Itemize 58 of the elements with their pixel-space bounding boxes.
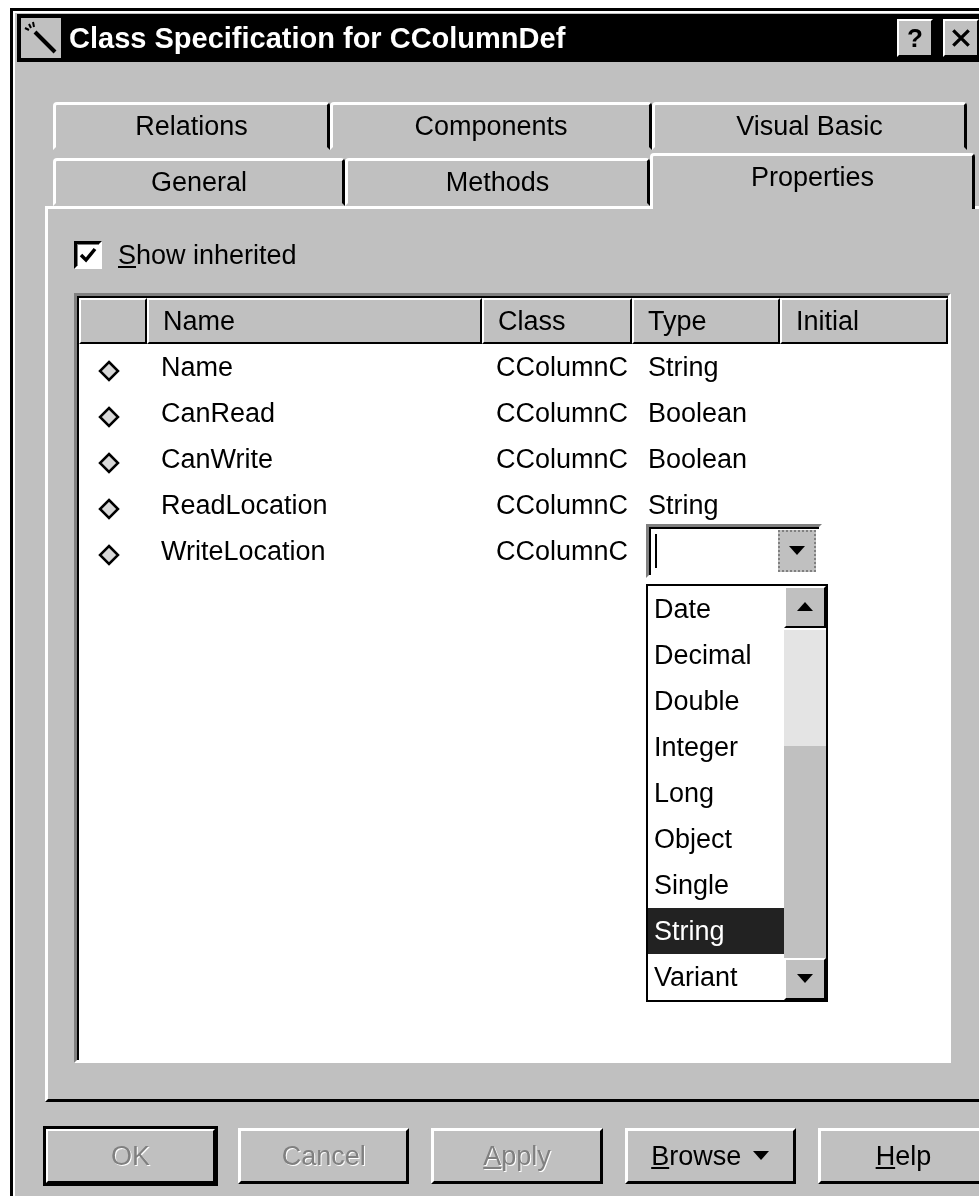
table-cell-text: String [647, 489, 720, 521]
table-cell-text: Boolean [647, 443, 749, 475]
column-header[interactable]: Initial [780, 298, 948, 344]
tab[interactable]: Methods [345, 158, 650, 206]
table-cell-text: CColumnC [495, 351, 630, 383]
up-arrow-icon [797, 602, 813, 612]
dropdown-option[interactable]: Variant [648, 954, 784, 1000]
dropdown-option[interactable]: Long [648, 770, 784, 816]
dropdown-option[interactable]: Date [648, 586, 784, 632]
table-cell-text: CColumnC [495, 535, 630, 567]
scroll-down-button[interactable] [784, 958, 826, 1000]
scroll-thumb[interactable] [784, 628, 826, 746]
diamond-icon [97, 405, 121, 429]
dropdown-option[interactable]: Decimal [648, 632, 784, 678]
checkbox[interactable] [74, 241, 102, 269]
caret-icon [753, 1151, 770, 1161]
dropdown-option[interactable]: Single [648, 862, 784, 908]
column-header[interactable]: Class [482, 298, 632, 344]
tab[interactable]: Properties [650, 153, 975, 209]
column-header[interactable] [79, 298, 147, 344]
table-cell-text: Name [160, 351, 235, 383]
table-cell-text: String [647, 351, 720, 383]
dropdown-option[interactable]: Integer [648, 724, 784, 770]
tab[interactable]: General [53, 158, 345, 206]
tab[interactable]: Components [330, 102, 652, 150]
down-arrow-icon [789, 546, 805, 556]
table-cell-text: CanRead [160, 397, 277, 429]
close-icon [950, 27, 972, 49]
table-cell-text: CColumnC [495, 397, 630, 429]
diamond-icon [97, 359, 121, 383]
scroll-up-button[interactable] [784, 586, 826, 628]
help-button[interactable]: ? [897, 19, 933, 57]
dropdown-option[interactable]: Double [648, 678, 784, 724]
table-cell-text: CanWrite [160, 443, 275, 475]
check-icon [78, 245, 98, 265]
dialog-button[interactable]: Help [817, 1128, 979, 1184]
dropdown-option[interactable]: String [648, 908, 784, 954]
diamond-icon [97, 497, 121, 521]
column-header[interactable]: Name [147, 298, 482, 344]
diamond-icon [97, 451, 121, 475]
table-cell-text: WriteLocation [160, 535, 327, 567]
dropdown-button[interactable] [778, 530, 816, 572]
checkbox-label[interactable]: Show inherited [118, 239, 297, 271]
menu-button[interactable]: Browse [624, 1128, 796, 1184]
diamond-icon [97, 543, 121, 567]
tab[interactable]: Visual Basic [652, 102, 967, 150]
down-arrow-icon [797, 974, 813, 984]
window-title: Class Specification for CColumnDef [69, 21, 567, 55]
table-cell-text: Boolean [647, 397, 749, 429]
column-header[interactable]: Type [632, 298, 780, 344]
table-cell-text: ReadLocation [160, 489, 329, 521]
dropdown-option[interactable]: Object [648, 816, 784, 862]
scrollbar[interactable] [784, 586, 826, 1000]
magic-wand-icon [21, 18, 61, 58]
table-cell-text: CColumnC [495, 443, 630, 475]
close-button[interactable] [943, 19, 979, 57]
table-cell-text: CColumnC [495, 489, 630, 521]
tab[interactable]: Relations [53, 102, 330, 150]
